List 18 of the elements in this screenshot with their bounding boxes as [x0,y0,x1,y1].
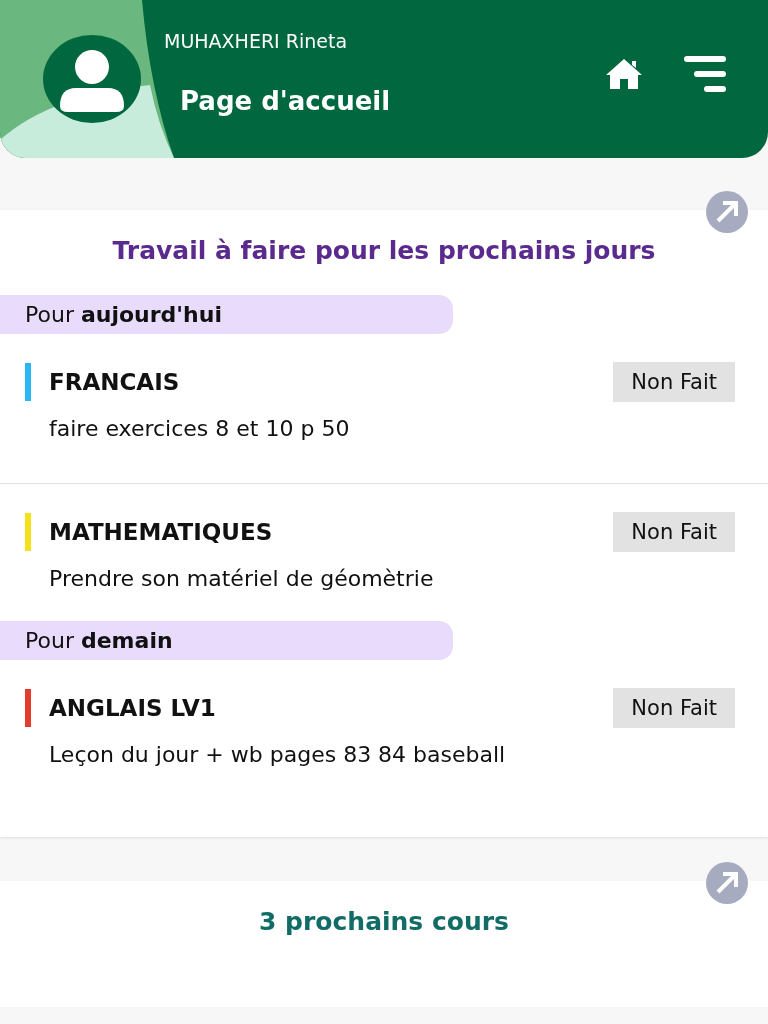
task-description: Prendre son matériel de géomètrie [49,566,435,591]
day-label: Pour aujourd'hui [0,295,453,334]
task-description: faire exercices 8 et 10 p 50 [49,416,351,441]
status-badge[interactable]: Non Fait [613,688,735,728]
avatar-icon[interactable] [42,34,142,124]
menu-icon[interactable] [684,54,728,94]
homework-title: Travail à faire pour les prochains jours [111,236,657,265]
day-label: Pour demain [0,621,453,660]
status-badge[interactable]: Non Fait [613,362,735,402]
status-badge[interactable]: Non Fait [613,512,735,552]
page-title: Page d'accueil [180,86,392,116]
subject-name: MATHEMATIQUES [49,519,274,545]
subject-name: ANGLAIS LV1 [49,695,217,721]
task-description: Leçon du jour + wb pages 83 84 baseball [49,742,507,767]
user-name: MUHAXHERI Rineta [164,30,349,52]
next-classes-title: 3 prochains cours [258,907,510,936]
home-icon[interactable] [604,57,644,91]
subject-name: FRANCAIS [49,369,181,395]
